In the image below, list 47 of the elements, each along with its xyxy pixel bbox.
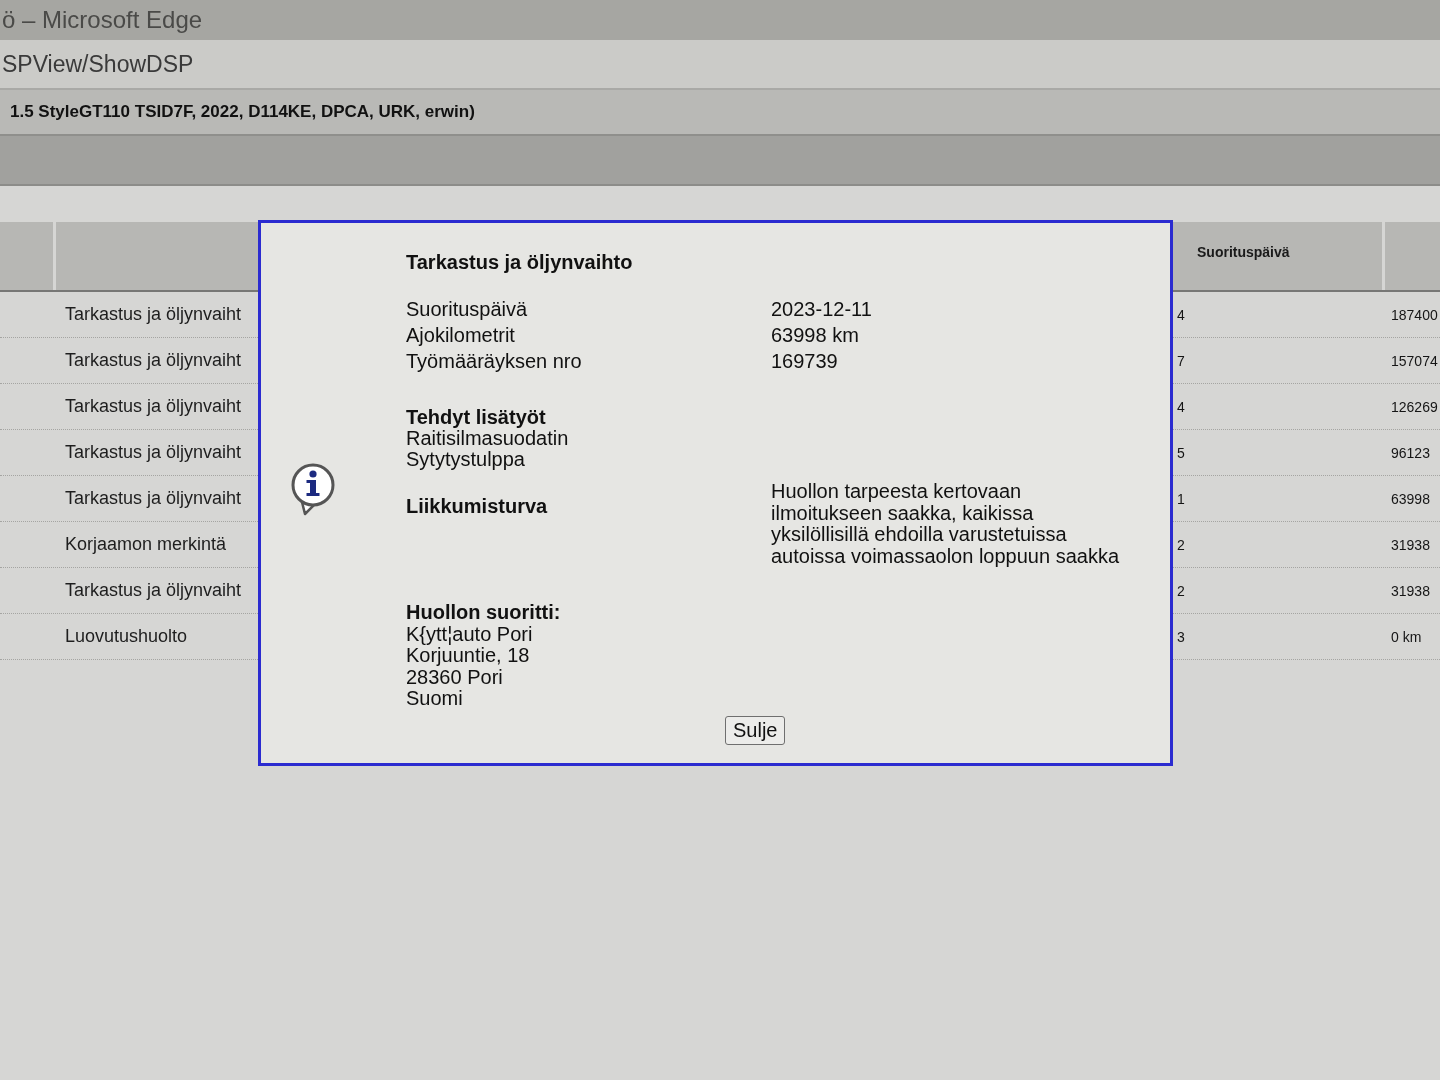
table-cell[interactable]: Luovutushuolto	[56, 626, 188, 646]
column-header	[1385, 222, 1440, 290]
table-cell-text: 187400	[1390, 306, 1438, 323]
field-value: 169739	[771, 349, 838, 374]
table-cell-text: 4	[1176, 398, 1185, 415]
column-header[interactable]: Suorituspäivä	[1173, 222, 1385, 290]
address-field[interactable]: SPView/ShowDSP	[0, 40, 1440, 90]
address-line: K{ytt¦auto Pori	[406, 623, 534, 645]
list-item: Raitisilmasuodatin	[406, 428, 570, 449]
field-label: Ajokilometrit	[406, 323, 516, 348]
table-cell-text: 96123	[1390, 444, 1430, 461]
table-cell-text: 0 km	[1390, 628, 1422, 645]
table-cell-text: 63998	[1390, 490, 1430, 507]
address-line: 28360 Pori	[406, 666, 504, 688]
window-title: ö – Microsoft Edge	[1, 6, 203, 34]
table-cell-text: 157074	[1390, 352, 1438, 369]
field-value: 63998 km	[771, 323, 859, 348]
address-line: Korjuuntie, 18	[406, 645, 531, 667]
table-cell-text: 7	[1176, 352, 1185, 369]
table-cell[interactable]: Tarkastus ja öljynvaiht	[56, 442, 242, 462]
table-cell-text: 5	[1176, 444, 1185, 461]
table-cell[interactable]: Korjaamon merkintä	[56, 534, 227, 554]
table-cell-text: 126269	[1390, 398, 1438, 415]
address-line: Suomi	[406, 688, 464, 710]
vehicle-info: 1.5 StyleGT110 TSID7F, 2022, D114KE, DPCA, URK, erwin)	[9, 102, 475, 122]
section-text: Huollon tarpeesta kertovaan ilmoitukseen saakka, kaikissa yksilöllisillä ehdoilla varustetuissa autoissa voimassaolon loppuun saakka	[771, 481, 1120, 567]
section-heading: Tehdyt lisätyöt	[406, 407, 547, 428]
table-cell[interactable]: Tarkastus ja öljynvaiht	[56, 488, 242, 508]
section-heading: Huollon suoritti:	[406, 602, 562, 624]
field-label: Työmääräyksen nro	[406, 349, 583, 374]
table-cell-text: 1	[1176, 490, 1185, 507]
dialog-title: Tarkastus ja öljynvaihto	[406, 250, 634, 274]
table-cell-text: 31938	[1390, 582, 1430, 599]
table-cell-text: 2	[1176, 582, 1185, 599]
table-cell[interactable]: Tarkastus ja öljynvaiht	[56, 350, 242, 370]
list-item: Sytytystulppa	[406, 449, 526, 470]
field-label: Suorituspäivä	[406, 297, 529, 322]
table-cell[interactable]: Tarkastus ja öljynvaiht	[56, 304, 242, 324]
table-cell[interactable]: Tarkastus ja öljynvaiht	[56, 580, 242, 600]
field-value: 2023-12-11	[771, 297, 872, 322]
close-button[interactable]: Sulje	[725, 715, 786, 745]
section-heading: Liikkumisturva	[406, 494, 549, 519]
table-cell-text: 31938	[1390, 536, 1430, 553]
table-cell[interactable]: Tarkastus ja öljynvaiht	[56, 396, 242, 416]
table-cell-text: 4	[1176, 306, 1185, 323]
table-cell-text: 2	[1176, 536, 1185, 553]
table-cell-text: 3	[1176, 628, 1185, 645]
